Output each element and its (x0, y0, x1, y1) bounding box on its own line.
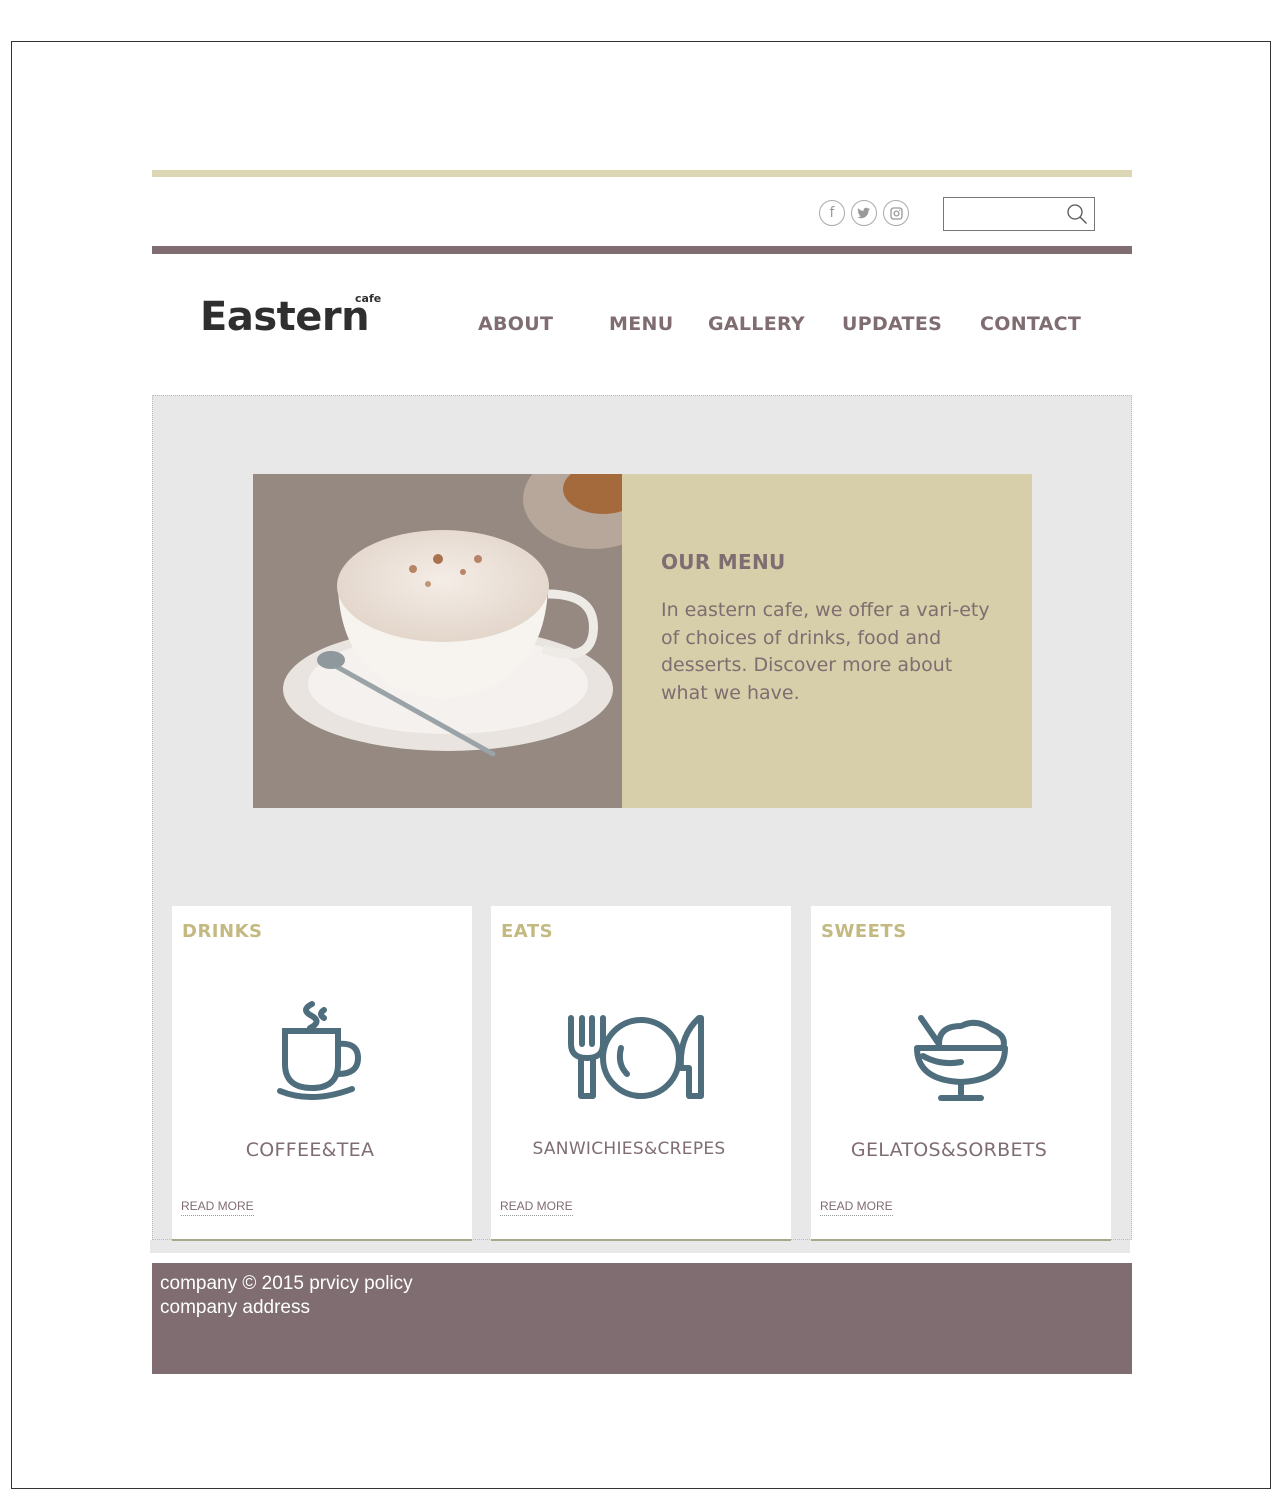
search-box (943, 197, 1095, 231)
card-eats[interactable]: EATS SANWICHIES&CREPES READ MORE (491, 906, 791, 1241)
instagram-icon[interactable] (883, 200, 909, 226)
search-icon[interactable] (1066, 203, 1088, 225)
facebook-icon[interactable]: f (819, 200, 845, 226)
nav-gallery[interactable]: GALLERY (708, 313, 805, 335)
footer: company © 2015 prvicy policy company add… (152, 1263, 1132, 1374)
footer-copyright: company © 2015 prvicy policy (160, 1273, 413, 1294)
logo-wordmark: Eastern (200, 294, 370, 340)
card-category-name: GELATOS&SORBETS (850, 1139, 1048, 1161)
nav-contact[interactable]: CONTACT (980, 313, 1081, 335)
read-more-link[interactable]: READ MORE (181, 1199, 254, 1216)
card-sweets[interactable]: SWEETS GELATOS&SORBETS READ MORE (811, 906, 1111, 1241)
card-title: DRINKS (182, 921, 263, 942)
nav-menu[interactable]: MENU (609, 313, 673, 335)
nav-updates[interactable]: UPDATES (842, 313, 942, 335)
content-panel-base (150, 1240, 1130, 1253)
nav-about[interactable]: ABOUT (478, 313, 553, 335)
card-drinks[interactable]: DRINKS COFFEE&TEA READ MORE (172, 906, 472, 1241)
twitter-icon[interactable] (851, 200, 877, 226)
menu-heading: OUR MENU (661, 550, 786, 574)
fork-plate-knife-icon (568, 1015, 704, 1099)
read-more-link[interactable]: READ MORE (820, 1199, 893, 1216)
menu-description: In eastern cafe, we offer a vari-ety of … (661, 599, 990, 704)
menu-info-box: OUR MENU In eastern cafe, we offer a var… (622, 474, 1032, 808)
card-title: EATS (501, 921, 554, 942)
card-category-name: COFFEE&TEA (245, 1139, 375, 1161)
footer-address: company address (160, 1297, 310, 1318)
logo-tagline: cafe (355, 292, 382, 305)
card-title: SWEETS (821, 921, 907, 942)
social-links: f (819, 200, 909, 226)
search-input[interactable] (948, 202, 1062, 228)
menu-feature: OUR MENU In eastern cafe, we offer a var… (253, 474, 1032, 808)
card-category-name: SANWICHIES&CREPES (532, 1139, 726, 1159)
twitter-bird-icon (857, 207, 870, 219)
logo[interactable]: Eastern cafe (200, 292, 381, 344)
coffee-cup-icon (277, 1001, 362, 1101)
read-more-link[interactable]: READ MORE (500, 1199, 573, 1216)
coffee-photo (253, 474, 622, 808)
header-divider-bar (152, 246, 1132, 254)
coffee-cup-photo-illustration (253, 474, 622, 808)
top-accent-bar (152, 170, 1132, 177)
ice-cream-bowl-icon (914, 1015, 1008, 1101)
camera-icon (889, 206, 903, 220)
